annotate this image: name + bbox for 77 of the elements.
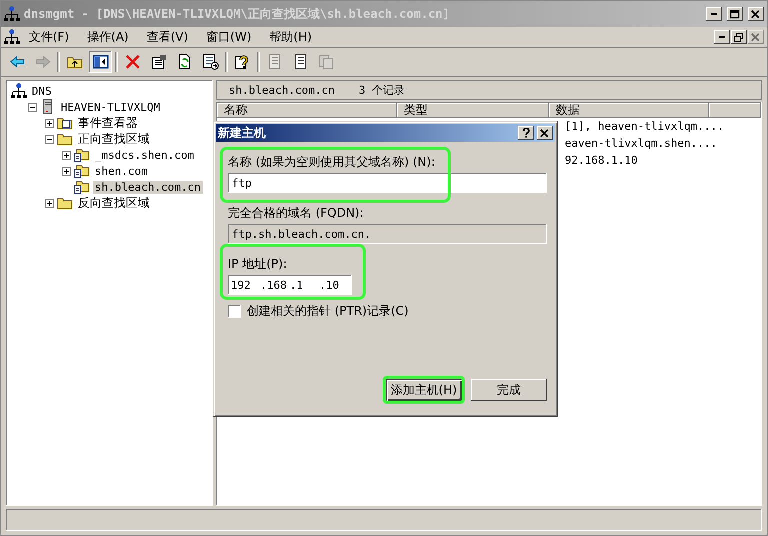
child-close-button[interactable] (748, 30, 764, 44)
documents-icon (318, 54, 334, 70)
tree-item[interactable]: HEAVEN-TLIVXLQM (59, 100, 162, 114)
tree-item[interactable]: 反向查找区域 (76, 194, 152, 212)
expander-icon[interactable] (45, 118, 54, 128)
close-icon (540, 128, 550, 138)
refresh-icon (176, 54, 192, 70)
help-icon (234, 54, 250, 70)
ip-octet: .168 (260, 278, 288, 292)
minimize-icon (711, 13, 717, 15)
ip-octet: .10 (320, 278, 340, 292)
window-title: dnsmgmt - [DNS\HEAVEN-TLIVXLQM\正向查找区域\sh.bleach.com.cn] (24, 6, 452, 22)
zone-folder-icon (74, 147, 90, 163)
tree-item[interactable]: 事件查看器 (76, 114, 140, 132)
delete-x-icon (124, 54, 140, 70)
child-restore-button[interactable] (731, 30, 747, 44)
zone-folder-icon (74, 179, 90, 195)
minimize-button[interactable] (706, 7, 722, 21)
record-count: 3 个记录 (358, 82, 406, 98)
app-icon (4, 6, 20, 22)
close-button[interactable] (537, 126, 553, 140)
table-cell: 92.168.1.10 (565, 154, 638, 167)
tree-item[interactable]: 正向查找区域 (76, 130, 152, 148)
properties-icon (150, 54, 166, 70)
ip-address-field[interactable]: 192 .168 .1 .10 (228, 275, 352, 295)
close-icon (751, 32, 761, 42)
maximize-icon (730, 10, 740, 18)
field-label: 完全合格的域名 (FQDN): (228, 205, 365, 222)
zone-name: sh.bleach.com.cn (229, 84, 335, 96)
dialog-title: 新建主机 (218, 124, 267, 142)
app-icon (4, 29, 20, 45)
network-icon (11, 83, 27, 99)
tree-item[interactable]: shen.com (93, 164, 150, 178)
fqdn-field: ftp.sh.bleach.com.cn. (228, 224, 547, 244)
help-icon (522, 128, 530, 138)
menu-item[interactable]: 操作(A) (78, 28, 138, 46)
column-header[interactable]: 名称 (217, 103, 397, 118)
expander-icon[interactable] (45, 134, 54, 144)
child-minimize-button[interactable] (714, 30, 730, 44)
tree-item[interactable]: sh.bleach.com.cn (93, 180, 203, 194)
table-cell: eaven-tlivxlqm.shen.... (565, 137, 718, 150)
ip-octet: 192 (231, 278, 252, 292)
menu-item[interactable]: 帮助(H) (260, 28, 322, 46)
dialog-button[interactable]: 添加主机(H) (383, 376, 465, 404)
checkbox[interactable] (228, 305, 241, 318)
checkbox-label: 创建相关的指针 (PTR)记录(C) (247, 303, 409, 320)
back-arrow-icon (8, 54, 24, 70)
close-icon (751, 10, 761, 18)
expander-icon[interactable] (62, 166, 71, 176)
tree-item[interactable]: _msdcs.shen.com (93, 148, 196, 162)
ip-octet: .1 (290, 278, 304, 292)
tree-item[interactable]: DNS (30, 84, 54, 98)
document-icon (266, 54, 282, 70)
menu-item[interactable]: 窗口(W) (197, 28, 261, 46)
field-label: IP 地址(P): (228, 256, 288, 273)
maximize-button[interactable] (727, 7, 743, 21)
menu-item[interactable]: 文件(F) (20, 28, 78, 46)
toolbar-button[interactable] (89, 51, 112, 73)
expander-icon[interactable] (45, 198, 54, 208)
name-field[interactable]: ftp (228, 173, 547, 193)
expander-icon[interactable] (28, 102, 37, 112)
column-header[interactable]: 类型 (397, 103, 549, 118)
minimize-icon (719, 36, 725, 38)
table-cell: [1], heaven-tlivxlqm.... (565, 120, 724, 133)
menu-item[interactable]: 查看(V) (138, 28, 198, 46)
restore-icon (734, 32, 744, 42)
document-icon (292, 54, 308, 70)
close-button[interactable] (748, 7, 764, 21)
dialog-button[interactable]: 完成 (471, 379, 547, 401)
export-list-icon (202, 54, 218, 70)
help-button[interactable] (518, 126, 534, 140)
console-tree-icon (92, 54, 108, 70)
column-header[interactable]: 数据 (549, 103, 709, 118)
zone-folder-icon (74, 163, 90, 179)
expander-icon[interactable] (62, 150, 71, 160)
field-label: 名称 (如果为空则使用其父域名称) (N): (228, 154, 436, 171)
forward-arrow-icon (34, 54, 50, 70)
